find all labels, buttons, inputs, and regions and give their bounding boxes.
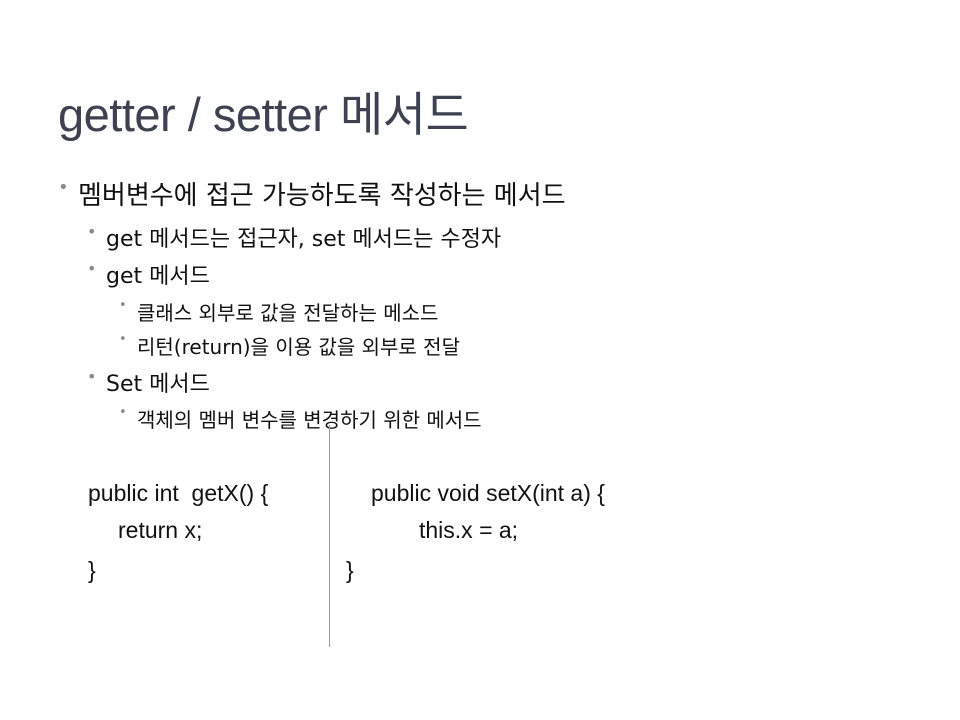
bullet-text: 클래스 외부로 값을 전달하는 메소드 — [137, 301, 439, 325]
bullet-text: 멤버변수에 접근 가능하도록 작성하는 메서드 — [78, 181, 566, 211]
bullet-item: • Set 메서드 — [87, 366, 210, 398]
code-setter-line-3: } — [346, 557, 354, 583]
bullet-text: get 메서드는 접근자, set 메서드는 수정자 — [106, 227, 502, 252]
bullet-dot-icon: • — [58, 177, 69, 198]
code-getter-line-3: } — [88, 557, 96, 583]
bullet-item: • 리턴(return)을 이용 값을 외부로 전달 — [119, 331, 460, 360]
code-setter-line-1: public void setX(int a) { — [371, 480, 605, 506]
bullet-item: • 객체의 멤버 변수를 변경하기 위한 메서드 — [119, 404, 482, 433]
bullet-item: • get 메서드는 접근자, set 메서드는 수정자 — [87, 221, 502, 253]
bullet-dot-icon: • — [119, 298, 127, 313]
bullet-text: get 메서드 — [106, 264, 210, 289]
slide: getter / setter 메서드 • 멤버변수에 접근 가능하도록 작성하… — [0, 0, 960, 720]
bullet-text: 객체의 멤버 변수를 변경하기 위한 메서드 — [137, 408, 482, 432]
bullet-dot-icon: • — [119, 332, 127, 347]
bullet-dot-icon: • — [87, 222, 97, 241]
bullet-text: Set 메서드 — [106, 372, 210, 397]
code-getter-line-2: return x; — [118, 517, 203, 543]
bullet-dot-icon: • — [87, 367, 97, 386]
slide-title: getter / setter 메서드 — [58, 88, 469, 141]
code-getter-line-1: public int getX() { — [88, 480, 269, 506]
bullet-dot-icon: • — [87, 259, 97, 278]
column-divider — [329, 425, 330, 647]
bullet-item: • 클래스 외부로 값을 전달하는 메소드 — [119, 297, 439, 326]
bullet-text: 리턴(return)을 이용 값을 외부로 전달 — [137, 335, 460, 359]
bullet-dot-icon: • — [119, 405, 127, 420]
bullet-item: • 멤버변수에 접근 가능하도록 작성하는 메서드 — [58, 175, 566, 212]
bullet-item: • get 메서드 — [87, 258, 210, 290]
code-setter-line-2: this.x = a; — [419, 517, 519, 543]
